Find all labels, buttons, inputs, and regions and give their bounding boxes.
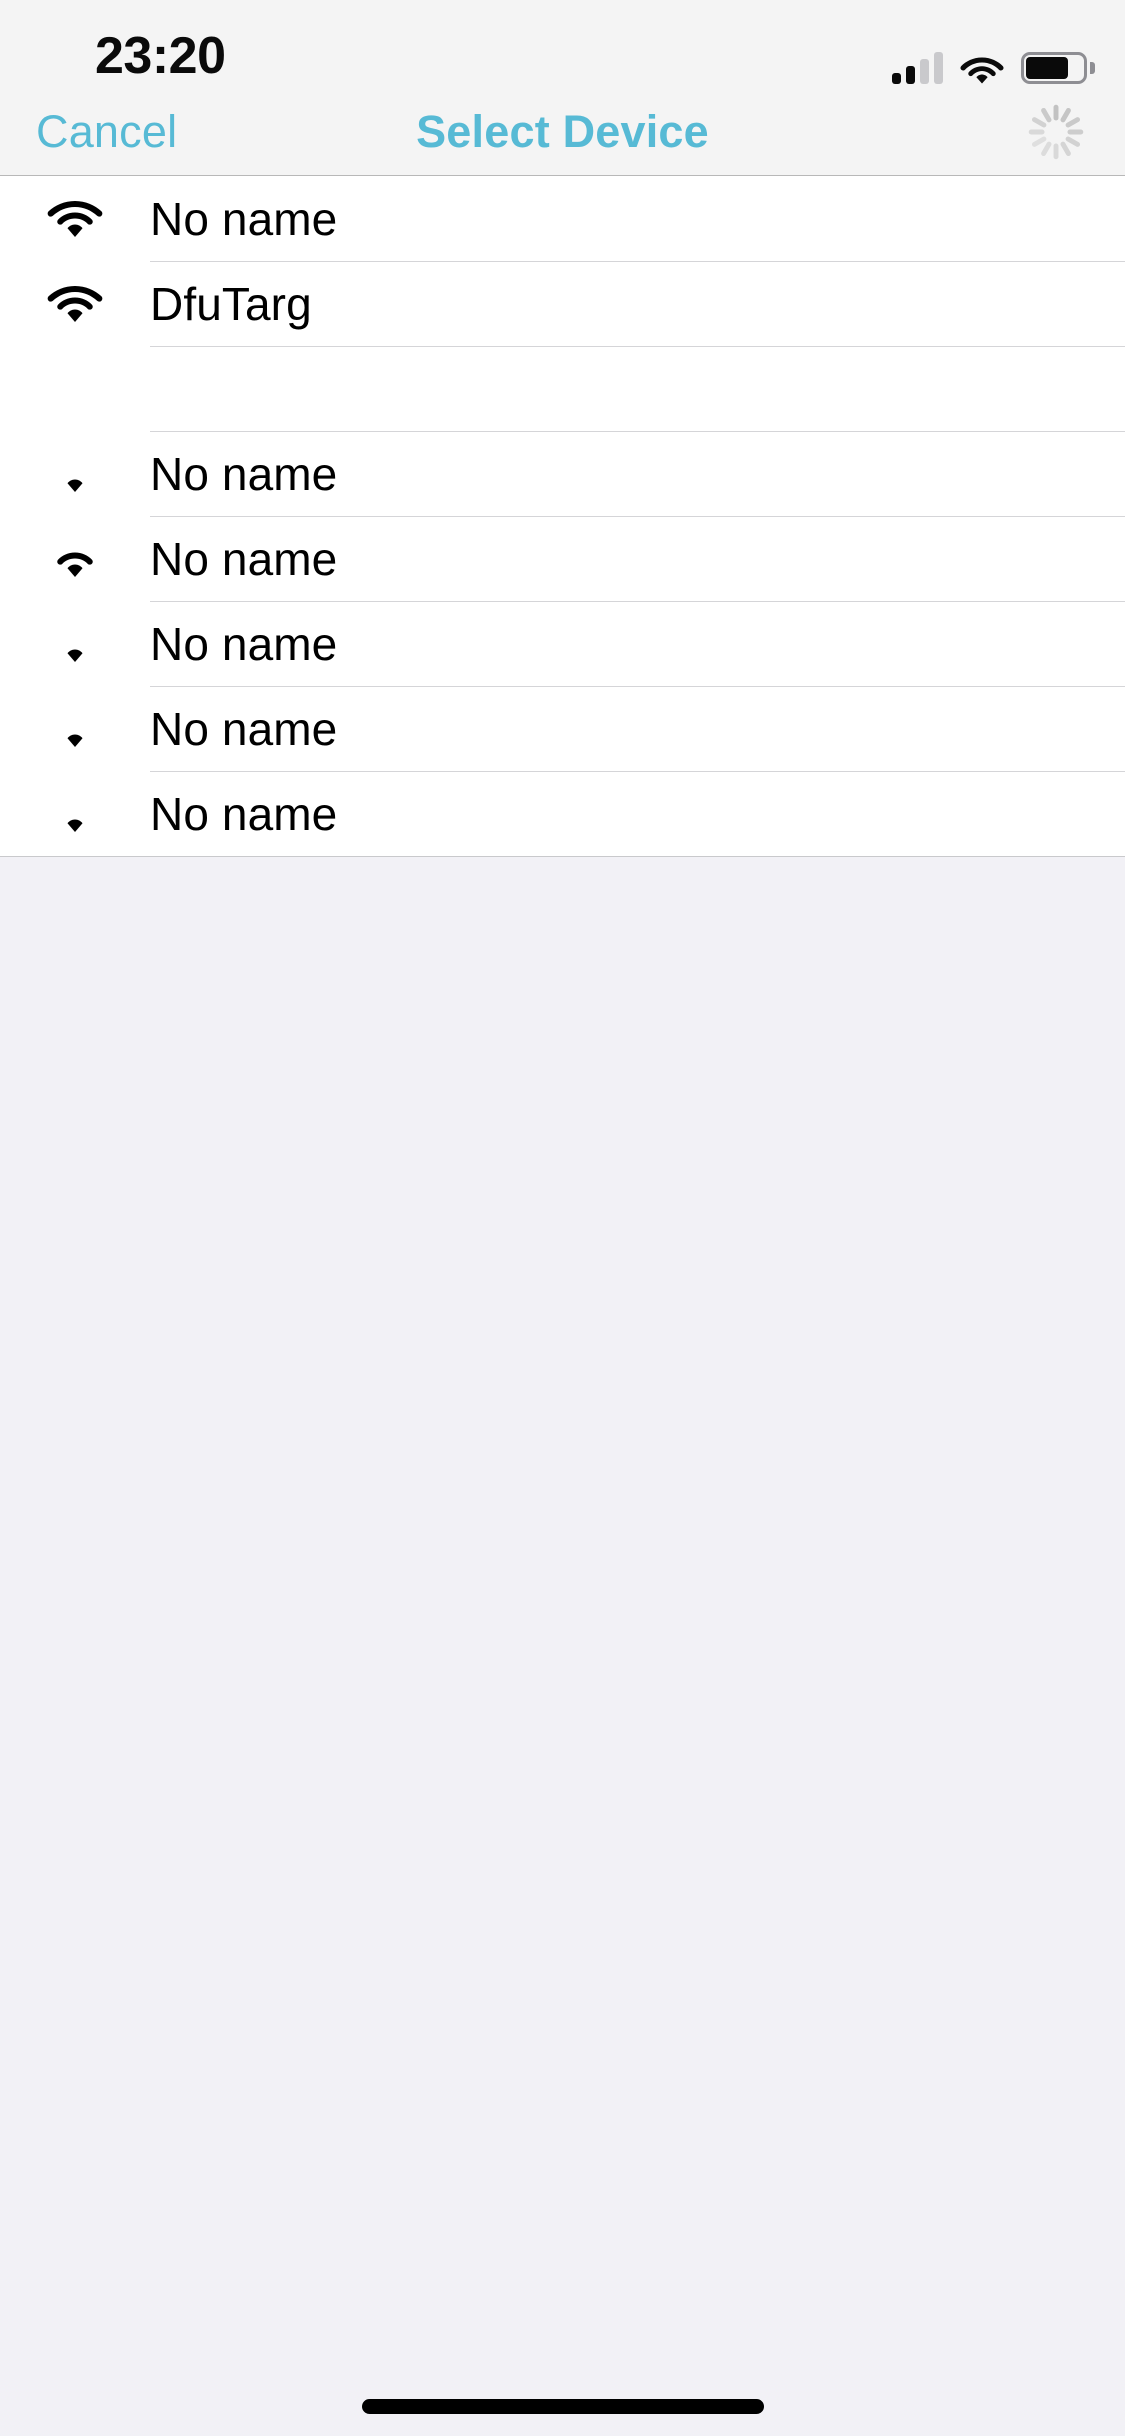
device-name: No name: [150, 192, 338, 245]
device-name: No name: [150, 532, 338, 585]
device-name: No name: [150, 787, 338, 840]
signal-strength-0-icon: [0, 705, 150, 753]
signal-strength-3-icon: [0, 280, 150, 328]
navigation-bar: Cancel Select Device: [0, 88, 1125, 176]
page-title: Select Device: [416, 105, 709, 157]
device-row-redacted[interactable]: [0, 346, 1125, 431]
device-row[interactable]: No name: [0, 686, 1125, 771]
device-name: No name: [150, 447, 338, 500]
cellular-bars-icon: [892, 52, 943, 84]
device-name: No name: [150, 617, 338, 670]
device-row[interactable]: No name: [0, 431, 1125, 516]
empty-list-area: [0, 857, 1125, 2366]
home-indicator-area: [0, 2366, 1125, 2436]
status-bar-clock: 23:20: [95, 27, 226, 85]
status-bar-indicators: [892, 38, 1095, 84]
device-row[interactable]: No name: [0, 516, 1125, 601]
signal-strength-0-icon: [0, 450, 150, 498]
device-name: DfuTarg: [150, 277, 312, 330]
device-name: No name: [150, 702, 338, 755]
device-row[interactable]: No name: [0, 771, 1125, 856]
battery-icon: [1021, 52, 1095, 84]
device-list: No name DfuTarg No name No name No name …: [0, 176, 1125, 857]
signal-strength-0-icon: [0, 620, 150, 668]
phone-screen: 23:20 Cancel Select Device No name DfuTa…: [0, 0, 1125, 2436]
activity-indicator-icon: [1028, 104, 1084, 159]
device-row[interactable]: No name: [0, 176, 1125, 261]
signal-strength-1-icon: [0, 535, 150, 583]
wifi-icon: [960, 57, 1004, 84]
signal-strength-0-icon: [0, 790, 150, 838]
device-row[interactable]: DfuTarg: [0, 261, 1125, 346]
device-row[interactable]: No name: [0, 601, 1125, 686]
home-indicator[interactable]: [361, 2399, 764, 2414]
signal-strength-3-icon: [0, 195, 150, 243]
